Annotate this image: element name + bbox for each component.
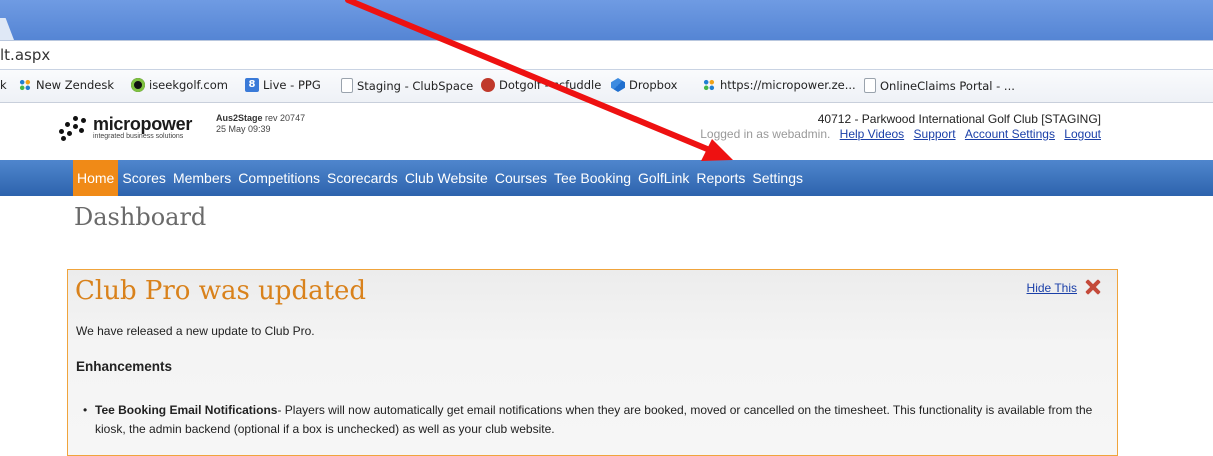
bookmark-k[interactable]: k bbox=[0, 78, 7, 92]
bookmark-label: https://micropower.ze... bbox=[720, 78, 856, 92]
logout-link[interactable]: Logout bbox=[1064, 127, 1101, 141]
browser-tab-strip bbox=[0, 0, 1213, 40]
bookmark-label: iseekgolf.com bbox=[149, 78, 228, 92]
account-settings-link[interactable]: Account Settings bbox=[965, 127, 1055, 141]
bookmark-micropower[interactable]: https://micropower.ze... bbox=[702, 78, 856, 92]
panel-title: Club Pro was updated bbox=[75, 276, 367, 306]
bookmark-label: Staging - ClubSpace bbox=[357, 78, 474, 93]
bookmark-label: k bbox=[0, 78, 7, 92]
bookmark-label: New Zendesk bbox=[36, 78, 115, 92]
main-nav: Home Scores Members Competitions Scoreca… bbox=[0, 160, 1213, 196]
support-link[interactable]: Support bbox=[914, 127, 956, 141]
nav-courses[interactable]: Courses bbox=[492, 160, 550, 196]
nav-club-website[interactable]: Club Website bbox=[402, 160, 491, 196]
bullet-title: Tee Booking Email Notifications bbox=[95, 403, 278, 417]
server-name: Aus2Stage bbox=[216, 113, 263, 123]
panel-heading: Enhancements bbox=[76, 359, 173, 374]
build-date: 25 May 09:39 bbox=[216, 124, 271, 134]
nav-reports[interactable]: Reports bbox=[693, 160, 748, 196]
nav-competitions[interactable]: Competitions bbox=[235, 160, 323, 196]
club-name: 40712 - Parkwood International Golf Club… bbox=[817, 112, 1101, 126]
google-icon: 8 bbox=[245, 78, 259, 92]
nav-members[interactable]: Members bbox=[170, 160, 234, 196]
version-info: Aus2Stage rev 20747 25 May 09:39 bbox=[216, 113, 305, 135]
dots-icon bbox=[702, 78, 716, 92]
page-title: Dashboard bbox=[74, 203, 207, 231]
bookmark-onlineclaims[interactable]: OnlineClaims Portal - ... bbox=[864, 78, 1015, 93]
bookmark-dotgolf[interactable]: Dotgolf - ccfuddle bbox=[481, 78, 601, 92]
red-circle-icon bbox=[481, 78, 495, 92]
nav-scorecards[interactable]: Scorecards bbox=[324, 160, 401, 196]
address-bar[interactable]: lt.aspx bbox=[0, 40, 1213, 70]
bookmark-label: Live - PPG bbox=[263, 78, 321, 92]
revision: rev 20747 bbox=[265, 113, 306, 123]
dots-icon bbox=[18, 78, 32, 92]
logo-dots-icon bbox=[59, 116, 89, 141]
logo-name: micropower bbox=[93, 114, 193, 134]
bookmark-label: OnlineClaims Portal - ... bbox=[880, 78, 1015, 93]
bookmarks-bar: k New Zendesk iseekgolf.com 8 Live - PPG… bbox=[0, 70, 1213, 103]
browser-tab[interactable] bbox=[0, 18, 14, 40]
nav-tee-booking[interactable]: Tee Booking bbox=[551, 160, 634, 196]
panel-intro: We have released a new update to Club Pr… bbox=[76, 324, 315, 338]
golfball-icon bbox=[131, 78, 145, 92]
account-links: Logged in as webadmin. Help Videos Suppo… bbox=[700, 127, 1101, 141]
logo-tagline: integrated business solutions bbox=[93, 133, 184, 140]
bookmark-label: Dropbox bbox=[629, 78, 678, 92]
dropbox-icon bbox=[611, 78, 625, 92]
bookmark-dropbox[interactable]: Dropbox bbox=[611, 78, 677, 92]
page-icon bbox=[341, 78, 353, 93]
page-icon bbox=[864, 78, 876, 93]
bookmark-iseekgolf[interactable]: iseekgolf.com bbox=[131, 78, 228, 92]
bookmark-staging-clubspace[interactable]: Staging - ClubSpace bbox=[341, 78, 473, 93]
nav-golflink[interactable]: GolfLink bbox=[635, 160, 692, 196]
bookmark-label: Dotgolf - ccfuddle bbox=[499, 78, 602, 92]
nav-scores[interactable]: Scores bbox=[119, 160, 169, 196]
address-bar-url[interactable]: lt.aspx bbox=[0, 46, 50, 64]
nav-home[interactable]: Home bbox=[73, 160, 119, 196]
bookmark-new-zendesk[interactable]: New Zendesk bbox=[18, 78, 114, 92]
bookmark-live-ppg[interactable]: 8 Live - PPG bbox=[245, 78, 321, 92]
nav-settings[interactable]: Settings bbox=[749, 160, 806, 196]
app-header: micropower integrated business solutions… bbox=[0, 103, 1213, 150]
update-notice-panel: Club Pro was updated Hide This We have r… bbox=[67, 269, 1118, 456]
help-videos-link[interactable]: Help Videos bbox=[840, 127, 905, 141]
micropower-logo[interactable]: micropower integrated business solutions bbox=[59, 115, 192, 141]
list-item: Tee Booking Email Notifications- Players… bbox=[83, 401, 1095, 439]
close-icon[interactable] bbox=[1084, 278, 1102, 296]
logged-in-text: Logged in as webadmin. bbox=[700, 127, 831, 141]
hide-this-link[interactable]: Hide This bbox=[1027, 281, 1077, 295]
